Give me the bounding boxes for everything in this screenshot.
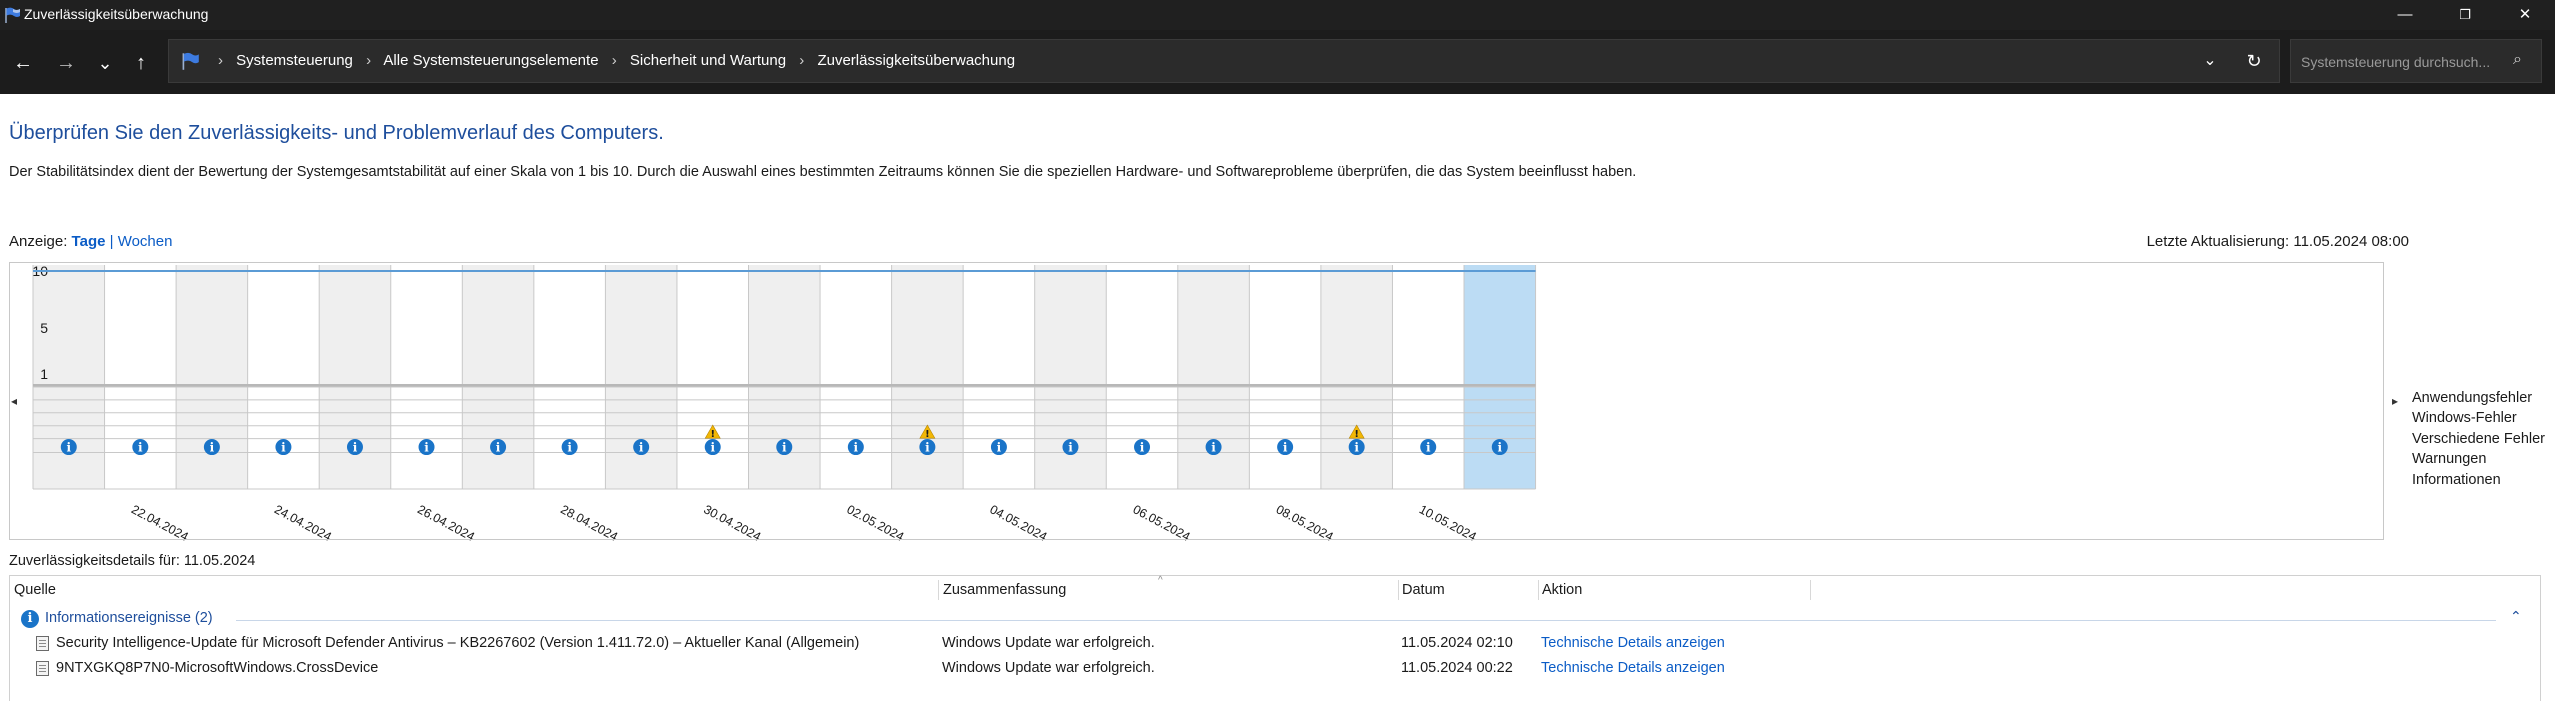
x-tick-label: 30.04.2024 (701, 502, 763, 544)
warning-glyph: ! (925, 429, 930, 440)
x-tick-label: 02.05.2024 (844, 502, 906, 544)
x-tick-label: 26.04.2024 (415, 502, 477, 544)
row-summary: Windows Update war erfolgreich. (942, 660, 1155, 676)
information-glyph: i (997, 441, 1002, 455)
document-icon (36, 661, 49, 676)
sort-indicator-icon: ^ (1158, 575, 1163, 586)
document-icon (36, 636, 49, 651)
row-summary: Windows Update war erfolgreich. (942, 635, 1155, 651)
row-date: 11.05.2024 02:10 (1401, 635, 1513, 651)
group-divider (236, 620, 2496, 621)
information-glyph: i (710, 441, 715, 455)
information-glyph: i (66, 441, 71, 455)
information-glyph: i (1426, 441, 1431, 455)
information-glyph: i (496, 441, 501, 455)
day-column[interactable] (1320, 265, 1393, 489)
row-source: 9NTXGKQ8P7N0-MicrosoftWindows.CrossDevic… (56, 660, 379, 676)
day-column[interactable] (605, 265, 677, 489)
day-column[interactable] (748, 265, 821, 489)
day-column[interactable] (462, 265, 534, 489)
warning-glyph: ! (1354, 429, 1359, 440)
day-column[interactable] (963, 265, 1035, 489)
information-glyph: i (1068, 441, 1073, 455)
legend-information: Informationen (2412, 471, 2501, 488)
information-glyph: i (1140, 441, 1145, 455)
legend-application-errors: Anwendungsfehler (2412, 390, 2533, 406)
day-column[interactable] (1034, 265, 1107, 489)
day-column[interactable] (891, 265, 964, 489)
y-tick-label: 1 (40, 366, 48, 382)
legend-windows-errors: Windows-Fehler (2412, 410, 2517, 427)
legend-warnings: Warnungen (2412, 451, 2487, 468)
chart-legend: Anwendungsfehler Windows-Fehler Verschie… (2412, 388, 2545, 490)
group-information-events[interactable]: i Informationsereignisse (2) ⌃ (10, 608, 2540, 630)
warning-glyph: ! (710, 429, 715, 440)
information-glyph: i (424, 441, 429, 455)
legend-misc-errors: Verschiedene Fehler (2412, 430, 2545, 447)
x-tick-label: 28.04.2024 (558, 502, 620, 544)
x-tick-label: 04.05.2024 (988, 502, 1050, 544)
information-glyph: i (353, 441, 358, 455)
day-column[interactable] (176, 265, 248, 489)
information-glyph: i (854, 441, 859, 455)
column-summary[interactable]: Zusammenfassung (939, 576, 1399, 604)
day-column[interactable] (1464, 265, 1536, 489)
information-glyph: i (138, 441, 143, 455)
information-glyph: i (1497, 441, 1502, 455)
column-date[interactable]: Datum (1398, 576, 1538, 604)
row-source: Security Intelligence-Update für Microso… (56, 635, 860, 651)
group-label[interactable]: Informationsereignisse (2) (45, 610, 213, 626)
day-column[interactable] (247, 265, 320, 489)
table-row[interactable]: 9NTXGKQ8P7N0-MicrosoftWindows.CrossDevic… (10, 657, 2540, 681)
day-column[interactable] (1106, 265, 1178, 489)
day-column[interactable] (390, 265, 463, 489)
column-source[interactable]: Quelle (10, 576, 940, 604)
y-tick-label: 5 (40, 320, 48, 336)
scroll-right-icon[interactable]: ▸ (2392, 394, 2398, 408)
information-glyph: i (782, 441, 787, 455)
scroll-left-icon[interactable]: ◂ (11, 394, 17, 408)
day-column[interactable] (1177, 265, 1250, 489)
day-column[interactable] (676, 265, 749, 489)
technical-details-link[interactable]: Technische Details anzeigen (1541, 660, 1725, 676)
day-column[interactable] (104, 265, 177, 489)
day-column[interactable] (533, 265, 606, 489)
x-tick-label: 10.05.2024 (1417, 502, 1479, 544)
x-tick-label: 06.05.2024 (1131, 502, 1193, 544)
x-tick-label: 24.04.2024 (272, 502, 334, 544)
day-column[interactable] (1249, 265, 1321, 489)
information-glyph: i (639, 441, 644, 455)
x-tick-label: 08.05.2024 (1274, 502, 1336, 544)
information-glyph: i (925, 441, 930, 455)
information-glyph: i (1354, 441, 1359, 455)
day-column[interactable] (1392, 265, 1464, 489)
technical-details-link[interactable]: Technische Details anzeigen (1541, 635, 1725, 651)
column-divider[interactable] (1810, 580, 1811, 600)
information-glyph: i (1211, 441, 1216, 455)
information-glyph: i (567, 441, 572, 455)
day-column[interactable] (319, 265, 391, 489)
details-title: Zuverlässigkeitsdetails für: 11.05.2024 (9, 553, 256, 569)
row-date: 11.05.2024 00:22 (1401, 660, 1513, 676)
day-column[interactable] (820, 265, 892, 489)
x-tick-label: 22.04.2024 (129, 502, 191, 544)
collapse-chevron-icon[interactable]: ⌃ (2510, 608, 2522, 625)
information-glyph: i (1283, 441, 1288, 455)
information-glyph: i (210, 441, 215, 455)
column-action[interactable]: Aktion (1538, 576, 1818, 604)
information-glyph: i (281, 441, 286, 455)
table-row[interactable]: Security Intelligence-Update für Microso… (10, 632, 2540, 656)
information-icon: i (21, 610, 39, 628)
details-table: Quelle Zusammenfassung ^ Datum Aktion i … (9, 575, 2541, 701)
